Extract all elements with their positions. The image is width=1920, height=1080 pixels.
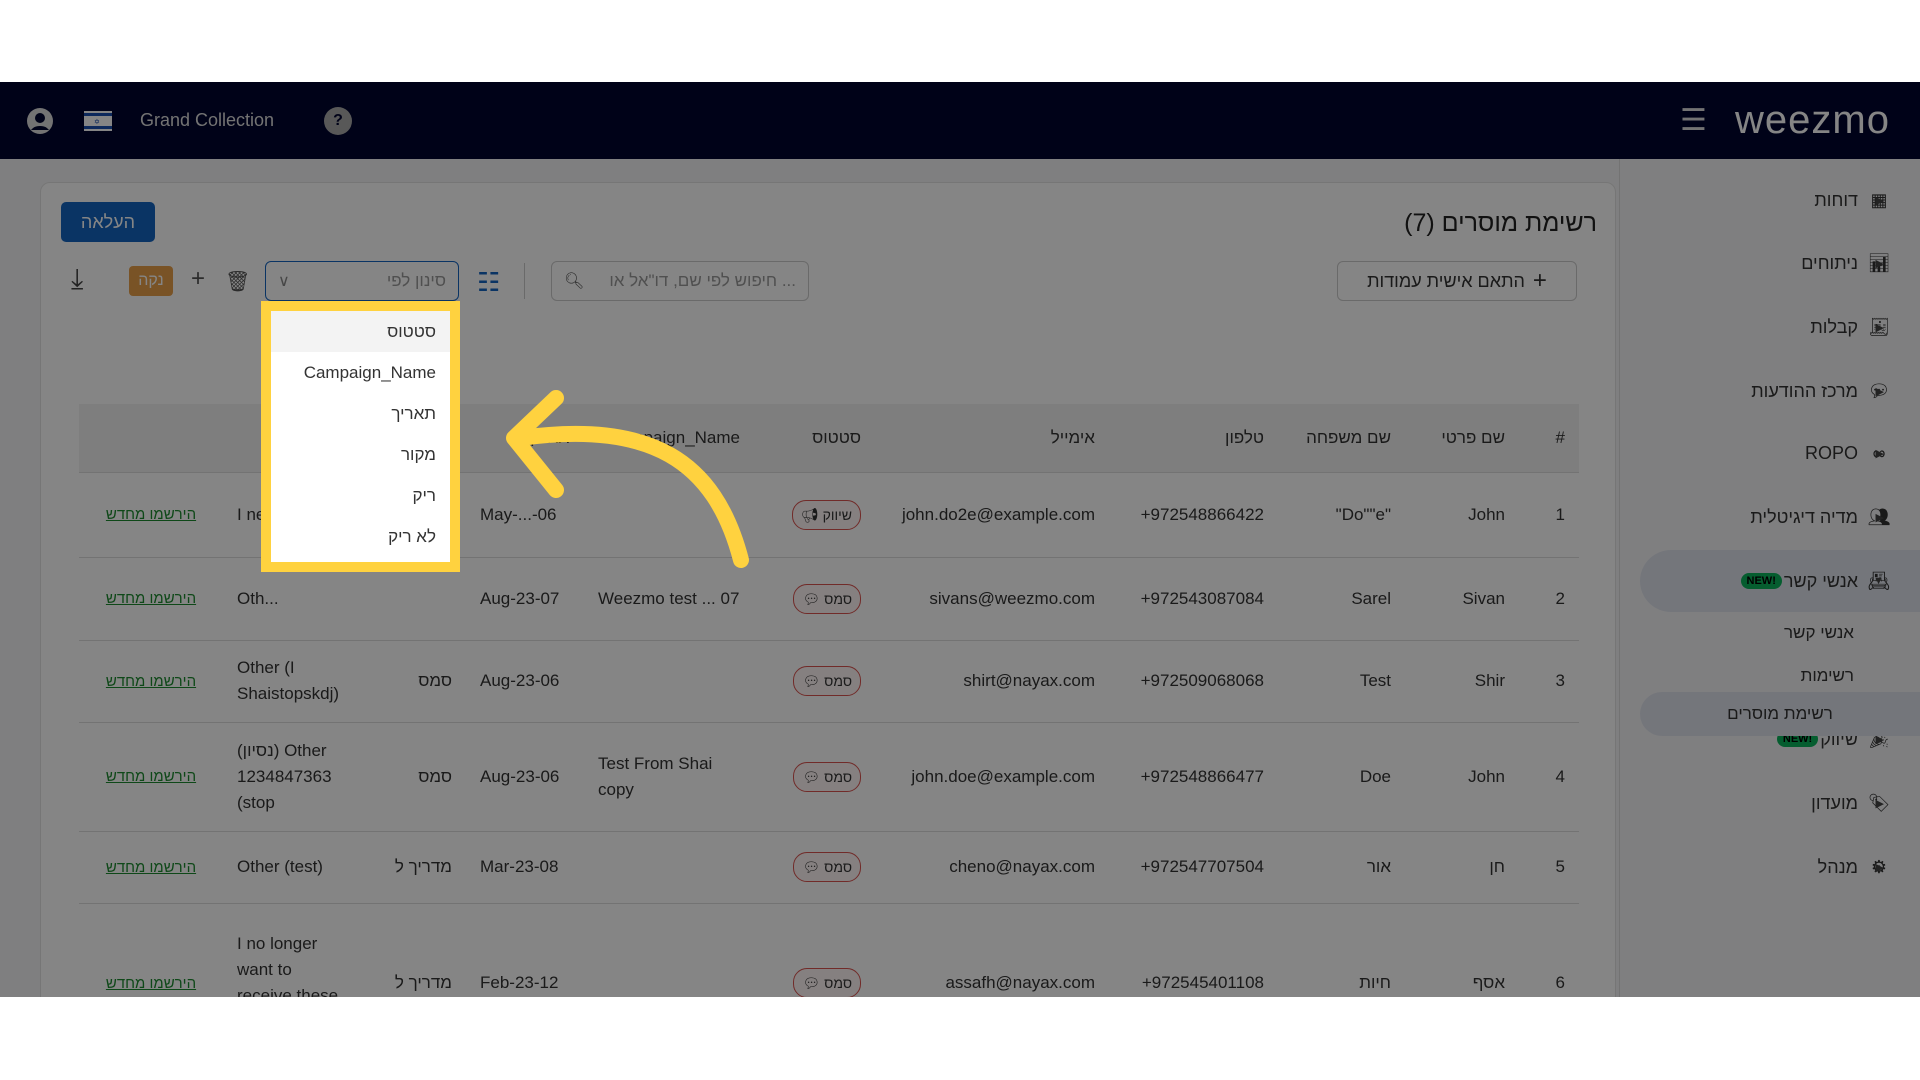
annotation-arrow <box>506 390 749 568</box>
